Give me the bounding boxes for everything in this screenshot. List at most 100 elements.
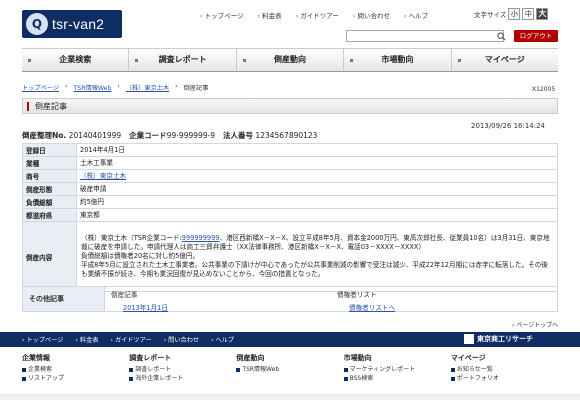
bullet-icon bbox=[135, 59, 139, 62]
table-row: 商号 （株）東京土木 bbox=[22, 169, 558, 183]
top-nav: › トップページ › 料金表 › ガイドツアー › 問い合わせ › ヘルプ bbox=[200, 10, 428, 20]
sitemap-heading: 倒産動向 bbox=[236, 354, 265, 362]
main-nav: 企業検索 調査レポート 倒産動向 市場動向 マイページ bbox=[22, 48, 558, 72]
top-link-top[interactable]: › トップページ bbox=[200, 10, 243, 20]
content-code-link[interactable]: 999999999 bbox=[182, 234, 220, 242]
footer-link-pricing[interactable]: › 料金表 bbox=[75, 335, 98, 344]
form-label: 倒産形態 bbox=[22, 182, 77, 196]
registration-date-value: 2014年4月1日 bbox=[76, 143, 558, 157]
table-row: 負債総額 約5億円 bbox=[22, 195, 558, 209]
other-col1-link[interactable]: 2013年1月1日 bbox=[123, 304, 168, 312]
company-code-value: 99-999999-9 bbox=[166, 131, 216, 140]
bullet-icon bbox=[343, 376, 348, 381]
table-row: 倒産内容 （株）東京土木（TSR企業コード:999999999、港区西新橋X－X… bbox=[22, 221, 558, 292]
footer-links: › トップページ › 料金表 › ガイドツアー › 問い合わせ › ヘルプ bbox=[0, 335, 234, 344]
breadcrumb-separator: › bbox=[117, 83, 120, 90]
content-value: （株）東京土木（TSR企業コード:999999999、港区西新橋X－X－X、設立… bbox=[76, 221, 558, 292]
liabilities-label: 負債総額 bbox=[22, 195, 77, 209]
sitemap-heading: 調査レポート bbox=[129, 354, 172, 362]
content-line3: 平成8年5月に設立された土木工事業者。公共事業の下請けが中心であったが公共事業削… bbox=[81, 261, 548, 278]
breadcrumb-separator: › bbox=[65, 83, 68, 90]
manage-no-label: 倒産整理No. bbox=[22, 131, 67, 140]
footer-link-guide[interactable]: › ガイドツアー bbox=[110, 335, 151, 344]
sitemap-col: 企業情報 企業検索 リストアップ bbox=[22, 353, 129, 383]
nav-bankruptcy-trends[interactable]: 倒産動向 bbox=[235, 49, 343, 71]
sitemap-link[interactable]: TSR情報Web bbox=[236, 365, 343, 374]
top-link-contact[interactable]: › 問い合わせ bbox=[353, 10, 390, 20]
font-size-large-button[interactable]: 大 bbox=[536, 8, 549, 20]
bullet-icon bbox=[22, 376, 26, 381]
sitemap-link[interactable]: 海外企業レポート bbox=[129, 374, 236, 383]
breadcrumb-separator: › bbox=[175, 83, 178, 90]
nav-mypage[interactable]: マイページ bbox=[450, 49, 558, 71]
top-link-guide[interactable]: › ガイドツアー bbox=[296, 10, 339, 20]
trade-name-label: 商号 bbox=[22, 169, 77, 183]
breadcrumb-tsr-web[interactable]: TSR情報Web bbox=[74, 83, 112, 92]
bullet-icon bbox=[242, 59, 246, 62]
logout-button[interactable]: ログアウト bbox=[514, 30, 558, 42]
arrow-icon: › bbox=[352, 12, 356, 20]
sitemap-heading: 企業情報 bbox=[22, 354, 50, 362]
sitemap-col: マイページ お知らせ一覧 ポートフォリオ bbox=[450, 353, 558, 383]
detail-table: 登録日 2014年4月1日 業種 土木工事業 商号 （株）東京土木 倒産形態 破… bbox=[22, 143, 558, 292]
footer-brand: 東京商工リサーチ bbox=[464, 334, 533, 344]
footer-link-top[interactable]: › トップページ bbox=[22, 335, 63, 344]
font-size-medium-button[interactable]: 中 bbox=[522, 8, 535, 20]
font-size-control: 文字サイズ 小 中 大 bbox=[474, 8, 549, 20]
bullet-icon bbox=[22, 367, 26, 372]
nav-research-report[interactable]: 調査レポート bbox=[128, 49, 235, 71]
page-top-link[interactable]: › ページトップへ bbox=[512, 320, 558, 329]
table-row: 業種 土木工事業 bbox=[22, 156, 558, 170]
sitemap-col: 倒産動向 TSR情報Web bbox=[236, 353, 343, 383]
other-articles-creditors: 債権者リスト 債権者リストへ bbox=[331, 287, 557, 312]
sitemap-link[interactable]: ポートフォリオ bbox=[450, 374, 558, 383]
nav-company-search[interactable]: 企業検索 bbox=[22, 49, 128, 71]
sitemap-link[interactable]: 調査レポート bbox=[129, 365, 236, 374]
page-id: X12005 bbox=[532, 86, 556, 93]
logo-text: tsr-van2 bbox=[52, 16, 105, 32]
bullet-icon bbox=[28, 59, 31, 62]
bullet-icon bbox=[350, 59, 354, 62]
arrow-icon: › bbox=[295, 12, 299, 20]
section-title-bar: 倒産記事 bbox=[22, 98, 558, 114]
search-icon[interactable] bbox=[496, 30, 506, 42]
sitemap-heading: マイページ bbox=[450, 354, 486, 362]
content-line2: 負債総額は債権者20名に対し約5億円。 bbox=[81, 252, 200, 260]
corp-number-label: 法人番号 bbox=[223, 131, 254, 140]
breadcrumb-top[interactable]: トップページ bbox=[22, 83, 59, 92]
sitemap-heading: 市場動向 bbox=[343, 354, 372, 362]
footer-link-help[interactable]: › ヘルプ bbox=[211, 335, 234, 344]
content-label: 倒産内容 bbox=[22, 221, 77, 292]
footer-link-contact[interactable]: › 問い合わせ bbox=[164, 335, 199, 344]
registration-date-label: 登録日 bbox=[22, 143, 77, 157]
page-title: 倒産記事 bbox=[35, 102, 67, 111]
search-input[interactable] bbox=[346, 30, 504, 42]
industry-label: 業種 bbox=[22, 156, 77, 170]
table-row: 倒産形態 破産申請 bbox=[22, 182, 558, 196]
top-link-pricing[interactable]: › 料金表 bbox=[257, 10, 281, 20]
sitemap-link[interactable]: お知らせ一覧 bbox=[450, 365, 558, 374]
bullet-icon bbox=[343, 367, 348, 372]
other-col2-link[interactable]: 債権者リストへ bbox=[349, 304, 395, 312]
arrow-icon: › bbox=[257, 12, 261, 20]
other-col2-header: 債権者リスト bbox=[337, 291, 377, 299]
form-value: 破産申請 bbox=[76, 182, 558, 196]
logo-mark-icon: Q bbox=[26, 13, 48, 35]
font-size-small-button[interactable]: 小 bbox=[508, 8, 521, 20]
tsr-van2-logo[interactable]: Q tsr-van2 bbox=[22, 10, 122, 38]
other-articles-bankruptcy: 倒産記事 2013年1月1日 bbox=[105, 287, 331, 312]
content-prefix: （株）東京土木（TSR企業コード: bbox=[81, 234, 182, 242]
sitemap-link[interactable]: リストアップ bbox=[22, 374, 129, 383]
bullet-icon bbox=[129, 367, 134, 372]
top-link-help[interactable]: › ヘルプ bbox=[404, 10, 428, 20]
nav-market-trends[interactable]: 市場動向 bbox=[343, 49, 450, 71]
sitemap-link[interactable]: BSS検索 bbox=[343, 374, 451, 383]
sitemap-link[interactable]: 企業検索 bbox=[22, 365, 129, 374]
sitemap-link[interactable]: マーケティングレポート bbox=[343, 365, 451, 374]
arrow-icon: › bbox=[403, 12, 407, 20]
table-row: 登録日 2014年4月1日 bbox=[22, 143, 558, 157]
trade-name-link[interactable]: （株）東京土木 bbox=[80, 172, 126, 180]
bullet-icon bbox=[129, 376, 134, 381]
breadcrumb-company[interactable]: （株）東京土木 bbox=[126, 83, 169, 92]
record-meta: 倒産整理No. 20140401999 企業コード99-999999-9 法人番… bbox=[22, 130, 317, 141]
